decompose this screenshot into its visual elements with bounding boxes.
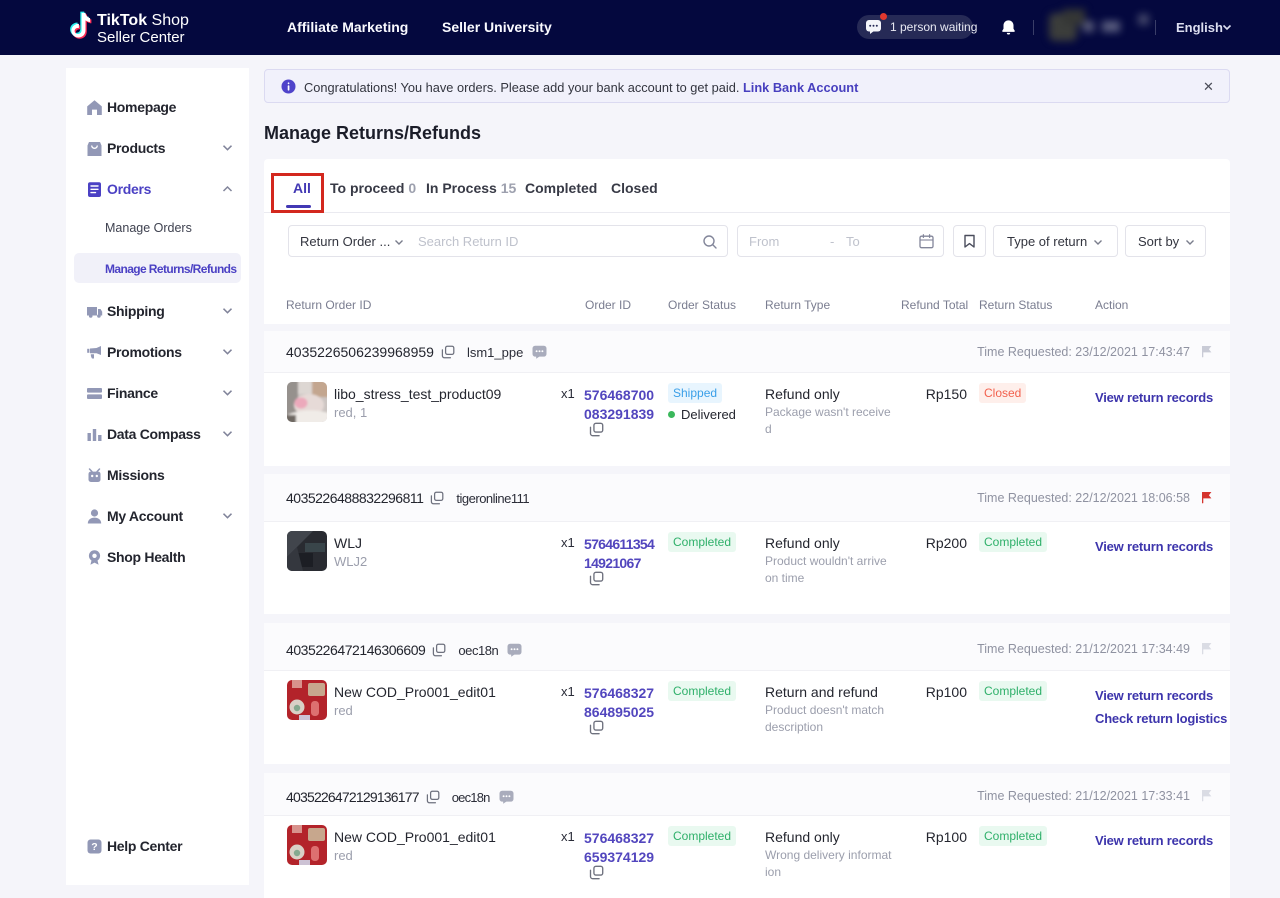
svg-text:?: ?	[91, 841, 97, 853]
